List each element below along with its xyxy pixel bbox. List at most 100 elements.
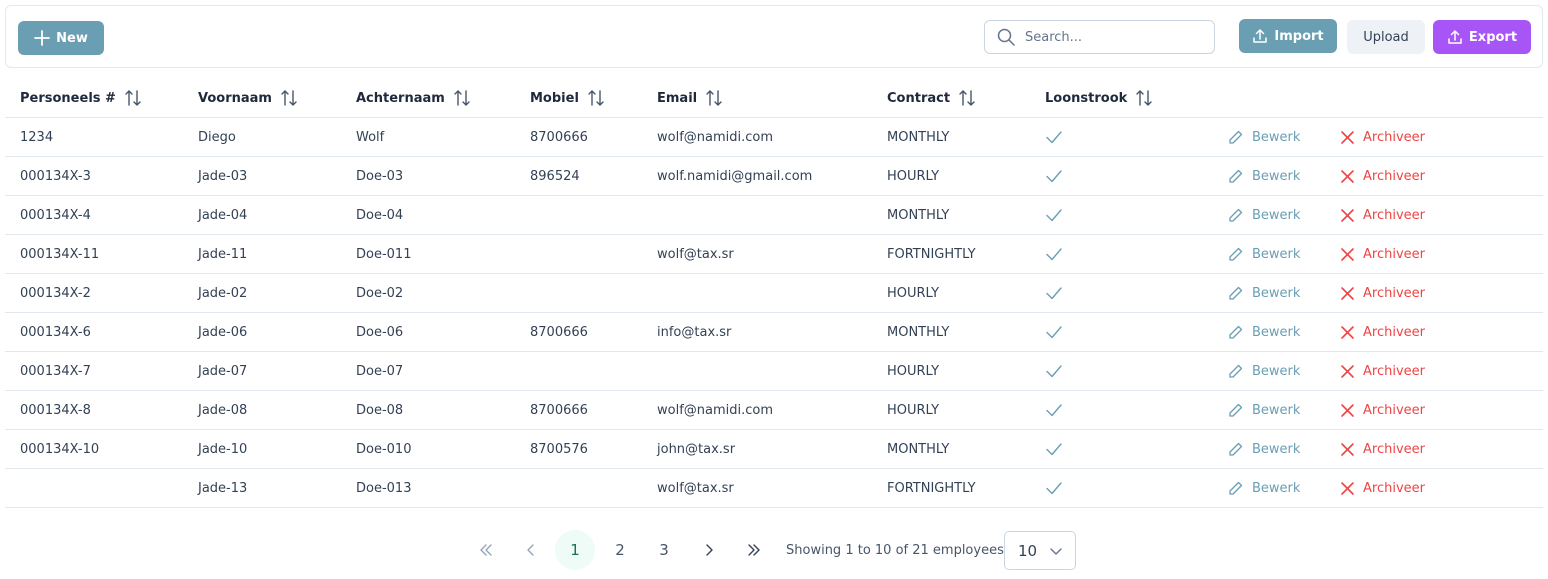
cell-contract: MONTHLY xyxy=(887,441,950,457)
close-icon xyxy=(1341,403,1354,417)
edit-button[interactable]: Bewerk xyxy=(1227,235,1300,273)
column-header-achternaam[interactable]: Achternaam xyxy=(356,78,471,118)
archive-button[interactable]: Archiveer xyxy=(1340,118,1425,156)
edit-button[interactable]: Bewerk xyxy=(1227,313,1300,351)
table-row: Jade-13 Doe-013 wolf@tax.sr FORTNIGHTLY Bewe… xyxy=(5,469,1543,508)
close-icon xyxy=(1341,208,1354,222)
close-icon xyxy=(1341,169,1354,183)
column-header-loonstrook[interactable]: Loonstrook xyxy=(1045,78,1153,118)
edit-button[interactable]: Bewerk xyxy=(1227,430,1300,468)
column-header-email[interactable]: Email xyxy=(657,78,723,118)
sort-icon xyxy=(125,90,141,106)
page-size-select[interactable]: 10 xyxy=(1004,531,1076,570)
table-row: 000134X-8 Jade-08 Doe-08 8700666 wolf@namidi… xyxy=(5,391,1543,430)
export-button[interactable]: Export xyxy=(1433,20,1531,54)
cell-contract: HOURLY xyxy=(887,285,940,301)
prev-page-button[interactable] xyxy=(511,530,551,570)
cell-voornaam: Jade-07 xyxy=(198,363,248,379)
toolbar: New Import Upload Export xyxy=(5,5,1543,68)
column-header-voornaam[interactable]: Voornaam xyxy=(198,78,298,118)
edit-button[interactable]: Bewerk xyxy=(1227,352,1300,390)
cell-contract: MONTHLY xyxy=(887,129,950,145)
edit-button[interactable]: Bewerk xyxy=(1227,469,1300,507)
archive-button[interactable]: Archiveer xyxy=(1340,391,1425,429)
import-button[interactable]: Import xyxy=(1239,19,1337,53)
edit-button-label: Bewerk xyxy=(1252,129,1301,145)
last-page-button[interactable] xyxy=(734,530,774,570)
edit-button[interactable]: Bewerk xyxy=(1227,274,1300,312)
cell-email: john@tax.sr xyxy=(657,441,736,457)
close-icon xyxy=(1341,364,1354,378)
sort-icon xyxy=(706,90,722,106)
edit-button-label: Bewerk xyxy=(1252,285,1301,301)
archive-button-label: Archiveer xyxy=(1363,168,1425,184)
archive-button[interactable]: Archiveer xyxy=(1340,313,1425,351)
edit-button-label: Bewerk xyxy=(1252,363,1301,379)
pencil-icon xyxy=(1229,208,1243,222)
cell-loonstrook xyxy=(1045,469,1063,507)
page-number: 2 xyxy=(615,541,625,559)
edit-button-label: Bewerk xyxy=(1252,324,1301,340)
pencil-icon xyxy=(1229,481,1243,495)
cell-personeels: 000134X-7 xyxy=(20,363,91,379)
archive-button[interactable]: Archiveer xyxy=(1340,430,1425,468)
page-3-button[interactable]: 3 xyxy=(644,530,684,570)
cell-email: wolf@tax.sr xyxy=(657,480,734,496)
archive-button-label: Archiveer xyxy=(1363,246,1425,262)
cell-voornaam: Jade-06 xyxy=(198,324,248,340)
cell-loonstrook xyxy=(1045,313,1063,351)
archive-button-label: Archiveer xyxy=(1363,363,1425,379)
table-row: 000134X-2 Jade-02 Doe-02 HOURLY Bewerk Archiv… xyxy=(5,274,1543,313)
cell-mobiel: 896524 xyxy=(530,168,580,184)
check-icon xyxy=(1046,170,1062,183)
cell-loonstrook xyxy=(1045,235,1063,273)
new-button[interactable]: New xyxy=(18,21,104,55)
cell-voornaam: Jade-03 xyxy=(198,168,248,184)
cell-achternaam: Doe-08 xyxy=(356,402,404,418)
close-icon xyxy=(1341,286,1354,300)
first-page-button[interactable] xyxy=(466,530,506,570)
archive-button[interactable]: Archiveer xyxy=(1340,352,1425,390)
pencil-icon xyxy=(1229,130,1243,144)
export-icon xyxy=(1448,30,1462,44)
column-header-contract[interactable]: Contract xyxy=(887,78,976,118)
next-page-button[interactable] xyxy=(689,530,729,570)
check-icon xyxy=(1046,131,1062,144)
edit-button[interactable]: Bewerk xyxy=(1227,157,1300,195)
archive-button[interactable]: Archiveer xyxy=(1340,274,1425,312)
archive-button[interactable]: Archiveer xyxy=(1340,235,1425,273)
cell-achternaam: Doe-07 xyxy=(356,363,404,379)
sort-icon xyxy=(959,90,975,106)
check-icon xyxy=(1046,404,1062,417)
archive-button[interactable]: Archiveer xyxy=(1340,196,1425,234)
page-size-value: 10 xyxy=(1018,541,1038,560)
cell-mobiel: 8700666 xyxy=(530,324,588,340)
edit-button[interactable]: Bewerk xyxy=(1227,118,1300,156)
cell-mobiel: 8700576 xyxy=(530,441,588,457)
page-1-button[interactable]: 1 xyxy=(555,530,595,570)
chevrons-left-icon xyxy=(480,544,492,556)
cell-email: wolf.namidi@gmail.com xyxy=(657,168,813,184)
upload-button[interactable]: Upload xyxy=(1347,20,1425,54)
edit-button-label: Bewerk xyxy=(1252,207,1301,223)
pencil-icon xyxy=(1229,286,1243,300)
pencil-icon xyxy=(1229,364,1243,378)
edit-button[interactable]: Bewerk xyxy=(1227,196,1300,234)
cell-personeels: 1234 xyxy=(20,129,54,145)
search-box[interactable] xyxy=(984,20,1215,54)
check-icon xyxy=(1046,326,1062,339)
page-number: 1 xyxy=(570,541,580,559)
export-button-label: Export xyxy=(1468,29,1518,45)
sort-icon xyxy=(588,90,604,106)
chevron-left-icon xyxy=(527,544,534,556)
page-2-button[interactable]: 2 xyxy=(600,530,640,570)
cell-voornaam: Jade-02 xyxy=(198,285,248,301)
archive-button[interactable]: Archiveer xyxy=(1340,157,1425,195)
edit-button[interactable]: Bewerk xyxy=(1227,391,1300,429)
search-input[interactable] xyxy=(1025,29,1205,45)
archive-button[interactable]: Archiveer xyxy=(1340,469,1425,507)
column-header-mobiel[interactable]: Mobiel xyxy=(530,78,605,118)
column-header-personeels[interactable]: Personeels # xyxy=(20,78,142,118)
cell-personeels: 000134X-6 xyxy=(20,324,91,340)
cell-personeels: 000134X-3 xyxy=(20,168,91,184)
